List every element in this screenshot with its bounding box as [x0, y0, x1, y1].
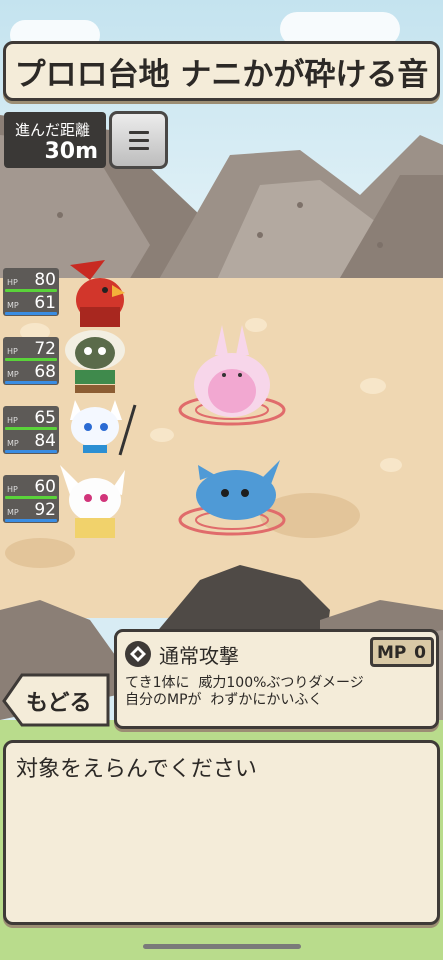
message-text: 対象をえらんでください: [16, 757, 257, 782]
stage-title: プロロ台地 ナニかが砕ける音: [14, 56, 429, 93]
hp-label: HP: [7, 347, 18, 356]
mp-label: MP: [7, 301, 19, 310]
mp-value: 84: [34, 431, 56, 451]
blue-slime-enemy: [178, 460, 286, 536]
sheep-hunter-sprite: [65, 330, 125, 393]
hp-value: 80: [34, 270, 56, 290]
hp-bar: [5, 427, 57, 430]
white-rabbit-priest-sprite: [60, 465, 125, 538]
white-cat-lancer-sprite: [70, 400, 137, 456]
mp-label: MP: [7, 439, 19, 448]
hp-bar: [5, 358, 57, 361]
stage-title-bar: プロロ台地 ナニかが砕ける音: [3, 41, 440, 101]
ground-pebble: [380, 458, 402, 472]
hp-label: HP: [7, 278, 18, 287]
message-box: 対象をえらんでください: [3, 740, 440, 925]
mp-bar: [5, 519, 57, 522]
pink-furball-enemy: [178, 325, 286, 426]
hp-label: HP: [7, 485, 18, 494]
hamburger-icon: [128, 138, 149, 142]
mp-value: 68: [34, 362, 56, 382]
back-button-label: もどる: [26, 691, 92, 716]
mp-bar: [5, 450, 57, 453]
enemy-group: [178, 325, 286, 536]
party-stat-4[interactable]: HP 60 MP 92: [3, 475, 59, 523]
distance-panel: 進んだ距離 30m: [4, 112, 106, 168]
hp-value: 72: [34, 339, 56, 359]
mp-cost-badge: MP 0: [370, 637, 434, 667]
home-indicator[interactable]: [143, 944, 301, 949]
mp-label: MP: [7, 508, 19, 517]
mp-cost-value: 0: [414, 643, 426, 663]
mp-value: 61: [34, 293, 56, 313]
party-characters: [60, 260, 137, 538]
party-stat-3[interactable]: HP 65 MP 84: [3, 406, 59, 454]
mp-bar: [5, 381, 57, 384]
distance-value: 30m: [44, 139, 98, 164]
hp-bar: [5, 289, 57, 292]
party-stat-1[interactable]: HP 80 MP 61: [3, 268, 59, 316]
hamburger-icon: [128, 130, 149, 134]
skill-info-panel: 通常攻撃 MP 0 てき1体に 威力100%ぶつりダメージ 自分のMPが わずか…: [114, 629, 439, 729]
hp-value: 65: [34, 408, 56, 428]
skill-name: 通常攻撃: [159, 644, 239, 668]
hp-label: HP: [7, 416, 18, 425]
diamond-emblem-icon: [125, 641, 151, 667]
red-bird-warrior-sprite: [70, 260, 125, 327]
mp-value: 92: [34, 500, 56, 520]
menu-button[interactable]: [109, 111, 168, 169]
party-stat-2[interactable]: HP 72 MP 68: [3, 337, 59, 385]
hp-bar: [5, 496, 57, 499]
skill-description: てき1体に 威力100%ぶつりダメージ 自分のMPが わずかにかいふく: [125, 675, 364, 708]
distance-label: 進んだ距離: [15, 121, 91, 139]
mp-bar: [5, 312, 57, 315]
hp-value: 60: [34, 477, 56, 497]
hamburger-icon: [128, 146, 149, 150]
back-button[interactable]: もどる: [2, 673, 111, 728]
mp-label: MP: [7, 370, 19, 379]
mp-cost-label: MP: [377, 643, 407, 663]
